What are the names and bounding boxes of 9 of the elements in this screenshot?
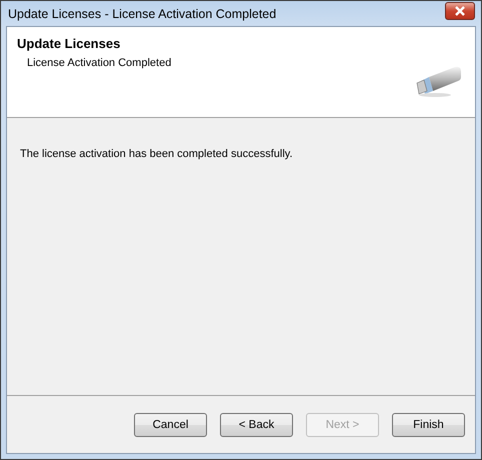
header-title: Update Licenses (17, 36, 122, 51)
wizard-button[interactable]: Cancel (134, 412, 207, 436)
header-subtitle: License Activation Completed (27, 57, 172, 69)
close-button[interactable] (445, 2, 475, 20)
window-title: Update Licenses - License Activation Completed (7, 6, 276, 20)
wizard-button[interactable]: Finish (392, 412, 465, 436)
status-message: The license activation has been completed successfully. (20, 148, 294, 160)
wizard-button[interactable]: < Back (220, 412, 293, 436)
close-icon (454, 6, 466, 16)
